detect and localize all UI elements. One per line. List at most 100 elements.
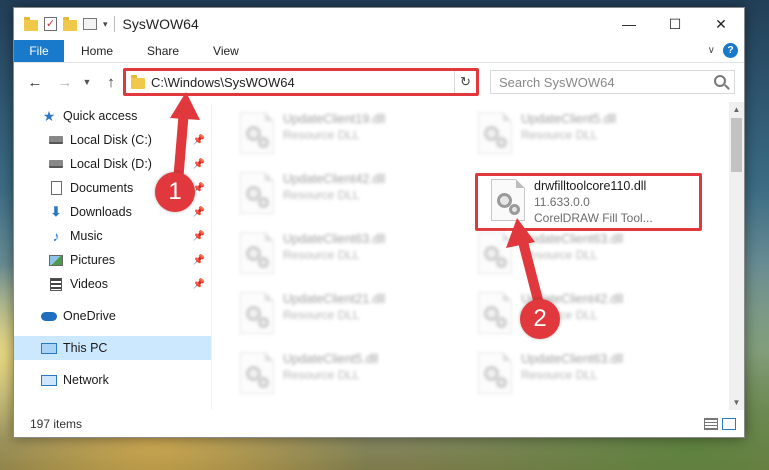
sidebar-item-this-pc[interactable]: This PC (14, 336, 211, 360)
chevron-down-icon[interactable]: ▾ (103, 19, 108, 30)
back-arrow-icon[interactable]: ← (24, 71, 46, 93)
step-1-badge: 1 (155, 172, 195, 212)
file-item-drwfilltoolcore110[interactable]: drwfilltoolcore110.dll 11.633.0.0 CorelD… (491, 177, 716, 227)
file-type: Resource DLL (521, 368, 598, 382)
minimize-button[interactable]: — (606, 8, 652, 40)
file-item[interactable]: UpdateClient63.dll Resource DLL (240, 230, 465, 280)
view-options-icon[interactable] (83, 18, 97, 30)
file-type: Resource DLL (283, 128, 360, 142)
pin-icon: 📌 (192, 230, 205, 242)
file-item[interactable]: UpdateClient63.dll Resource DLL (478, 230, 703, 280)
file-item[interactable]: UpdateClient5.dll Resource DLL (478, 110, 703, 160)
properties-check-icon[interactable]: ✓ (44, 17, 57, 31)
scrollbar-thumb[interactable] (731, 118, 742, 172)
sidebar-item-quick-access[interactable]: ★ Quick access (14, 104, 211, 128)
window-title: SysWOW64 (122, 16, 199, 32)
file-name: UpdateClient5.dll (521, 112, 617, 126)
sidebar-item-label: Local Disk (D:) (70, 157, 152, 171)
dll-file-icon (240, 172, 274, 214)
dll-file-icon (478, 352, 512, 394)
pin-icon: 📌 (192, 254, 205, 266)
tab-view[interactable]: View (196, 40, 256, 62)
file-item[interactable]: UpdateClient5.dll Resource DLL (240, 350, 465, 400)
sidebar-item-label: Videos (70, 277, 108, 291)
documents-icon (48, 181, 64, 195)
search-input[interactable]: Search SysWOW64 (490, 70, 735, 94)
tab-home[interactable]: Home (64, 40, 130, 62)
navigation-bar: ← → ▼ ↑ C:\Windows\SysWOW64 ↻ Search Sys… (14, 67, 744, 97)
this-pc-icon (41, 341, 57, 355)
tab-share[interactable]: Share (130, 40, 196, 62)
file-name: UpdateClient63.dll (283, 232, 386, 246)
navigation-pane: ★ Quick access Local Disk (C:) 📌 Local D… (14, 104, 211, 409)
address-bar[interactable]: C:\Windows\SysWOW64 ↻ (125, 70, 477, 94)
disk-icon (48, 157, 64, 171)
dll-file-icon (478, 112, 512, 154)
file-item[interactable]: UpdateClient63.dll Resource DLL (478, 350, 703, 400)
refresh-icon[interactable]: ↻ (454, 71, 476, 93)
sidebar-item-network[interactable]: Network (14, 368, 211, 392)
file-name: drwfilltoolcore110.dll (534, 179, 647, 193)
expand-ribbon-icon[interactable]: ∨ (708, 45, 715, 56)
scroll-down-icon[interactable]: ▼ (729, 395, 744, 410)
new-folder-icon[interactable] (63, 16, 77, 31)
file-name: UpdateClient21.dll (283, 292, 386, 306)
sidebar-item-local-disk-c[interactable]: Local Disk (C:) 📌 (14, 128, 211, 152)
sidebar-item-music[interactable]: ♪ Music 📌 (14, 224, 211, 248)
sidebar-item-label: Local Disk (C:) (70, 133, 152, 147)
status-bar: 197 items (14, 412, 744, 436)
dll-file-icon (478, 292, 512, 334)
dll-file-icon (491, 179, 525, 221)
tab-file[interactable]: File (14, 40, 64, 62)
view-toggle (704, 418, 736, 430)
sidebar-item-label: Downloads (70, 205, 132, 219)
file-type: Resource DLL (283, 308, 360, 322)
search-icon (714, 75, 726, 87)
file-description: CorelDRAW Fill Tool... (534, 211, 653, 225)
vertical-scrollbar[interactable]: ▲ ▼ (729, 102, 744, 410)
file-item[interactable]: UpdateClient42.dll Resource DLL (240, 170, 465, 220)
address-path: C:\Windows\SysWOW64 (151, 74, 295, 90)
file-type: Resource DLL (283, 248, 360, 262)
sidebar-item-label: This PC (63, 341, 108, 355)
window-controls: — ☐ ✕ (606, 8, 744, 40)
recent-locations-icon[interactable]: ▼ (80, 71, 94, 93)
file-type: Resource DLL (521, 128, 598, 142)
pane-divider (211, 104, 212, 409)
sidebar-item-label: Quick access (63, 109, 138, 123)
large-icons-view-icon[interactable] (722, 418, 736, 430)
up-arrow-icon[interactable]: ↑ (100, 71, 122, 93)
file-type: Resource DLL (521, 248, 598, 262)
file-item[interactable]: UpdateClient19.dll Resource DLL (240, 110, 465, 160)
quick-access-toolbar: ✓ ▾ (24, 16, 108, 31)
details-view-icon[interactable] (704, 418, 718, 430)
sidebar-item-onedrive[interactable]: OneDrive (14, 304, 211, 328)
file-item[interactable]: UpdateClient21.dll Resource DLL (240, 290, 465, 340)
ribbon-right-controls: ∨ ? (708, 43, 738, 58)
close-button[interactable]: ✕ (698, 8, 744, 40)
help-icon[interactable]: ? (723, 43, 738, 58)
pictures-icon (48, 253, 64, 267)
pin-icon: 📌 (192, 134, 205, 146)
disk-icon (48, 133, 64, 147)
item-count: 197 items (30, 417, 83, 431)
dll-file-icon (478, 232, 512, 274)
step-2-badge: 2 (520, 299, 560, 339)
file-name: UpdateClient63.dll (521, 232, 624, 246)
file-version: 11.633.0.0 (534, 195, 590, 209)
sidebar-item-label: Network (63, 373, 109, 387)
maximize-button[interactable]: ☐ (652, 8, 698, 40)
videos-icon (48, 277, 64, 291)
pin-icon: 📌 (192, 158, 205, 170)
ribbon-tabs: File Home Share View ∨ ? (14, 40, 744, 63)
file-name: UpdateClient63.dll (521, 352, 624, 366)
sidebar-item-videos[interactable]: Videos 📌 (14, 272, 211, 296)
sidebar-item-label: Documents (70, 181, 134, 195)
scroll-up-icon[interactable]: ▲ (729, 102, 744, 117)
sidebar-item-pictures[interactable]: Pictures 📌 (14, 248, 211, 272)
dll-file-icon (240, 352, 274, 394)
forward-arrow-icon[interactable]: → (54, 71, 76, 93)
folder-icon (131, 74, 145, 89)
file-name: UpdateClient19.dll (283, 112, 386, 126)
file-item[interactable]: UpdateClient42.dll Resource DLL (478, 290, 703, 340)
